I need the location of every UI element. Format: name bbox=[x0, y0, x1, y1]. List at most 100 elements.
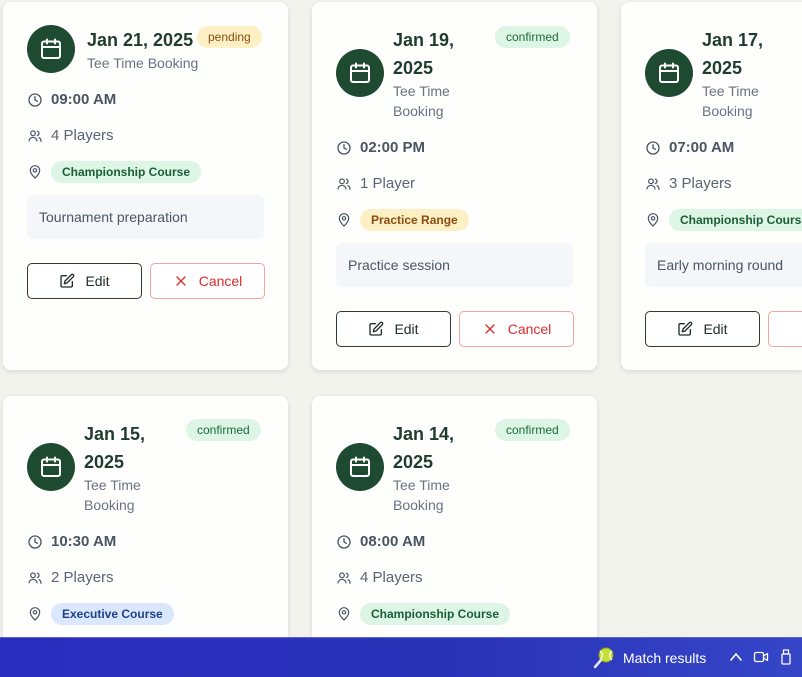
time-row: 07:00 AM bbox=[645, 139, 734, 156]
booking-date-line2: 2025 bbox=[393, 58, 434, 78]
camera-icon[interactable] bbox=[753, 649, 769, 665]
cancel-button[interactable]: Cancel bbox=[150, 263, 265, 299]
clock-icon bbox=[336, 534, 352, 550]
users-icon bbox=[336, 570, 352, 586]
booking-type-line2: Booking bbox=[702, 103, 753, 119]
cancel-button[interactable]: Cancel bbox=[459, 311, 574, 347]
users-icon bbox=[336, 176, 352, 192]
location-row: Practice Range bbox=[336, 209, 469, 231]
booking-note: Tournament preparation bbox=[27, 195, 264, 239]
players-row: 4 Players bbox=[336, 569, 423, 586]
booking-type-line2: Booking bbox=[393, 103, 444, 119]
time-row: 02:00 PM bbox=[336, 139, 425, 156]
booking-time: 09:00 AM bbox=[51, 91, 117, 108]
taskbar: Match results bbox=[0, 637, 802, 677]
status-badge: pending bbox=[197, 26, 262, 48]
calendar-icon bbox=[27, 25, 75, 73]
booking-date-line2: 2025 bbox=[702, 58, 743, 78]
time-row: 09:00 AM bbox=[27, 91, 116, 108]
booking-card: Jan 15, 2025 confirmed Tee Time Booking … bbox=[3, 396, 288, 637]
booking-time: 08:00 AM bbox=[360, 533, 426, 550]
booking-type-line2: Booking bbox=[84, 497, 135, 513]
booking-date: Jan 21, 2025 bbox=[87, 30, 194, 50]
map-pin-icon bbox=[336, 606, 352, 622]
cancel-button-label: Cancel bbox=[507, 321, 552, 337]
booking-note: Early morning round bbox=[645, 243, 802, 287]
users-icon bbox=[27, 570, 43, 586]
edit-button[interactable]: Edit bbox=[336, 311, 451, 347]
players-row: 3 Players bbox=[645, 175, 732, 192]
players-row: 1 Player bbox=[336, 175, 415, 192]
clock-icon bbox=[645, 140, 661, 156]
x-icon bbox=[482, 321, 498, 337]
edit-icon bbox=[368, 321, 384, 337]
booking-type-line1: Tee Time bbox=[393, 83, 450, 99]
map-pin-icon bbox=[27, 606, 43, 622]
clock-icon bbox=[27, 534, 43, 550]
players-row: 4 Players bbox=[27, 127, 114, 144]
edit-button-label: Edit bbox=[703, 321, 728, 337]
location-badge: Executive Course bbox=[51, 603, 174, 625]
edit-button-label: Edit bbox=[394, 321, 419, 337]
player-count: 4 Players bbox=[51, 127, 114, 144]
booking-time: 10:30 AM bbox=[51, 533, 117, 550]
users-icon bbox=[27, 128, 43, 144]
status-badge: confirmed bbox=[495, 419, 570, 441]
location-row: Championship Course bbox=[27, 161, 202, 183]
match-results-label: Match results bbox=[623, 650, 707, 666]
location-row: Executive Course bbox=[27, 603, 174, 625]
booking-date-line1: Jan 19, bbox=[393, 30, 455, 50]
edit-icon bbox=[677, 321, 693, 337]
booking-type-line2: Booking bbox=[393, 497, 444, 513]
booking-card: Jan 19, 2025 confirmed Tee Time Booking … bbox=[312, 2, 597, 370]
booking-type: Tee Time Booking bbox=[87, 55, 199, 71]
booking-date-line1: Jan 17, bbox=[702, 30, 764, 50]
status-badge: confirmed bbox=[186, 419, 261, 441]
cancel-button[interactable] bbox=[768, 311, 802, 347]
location-row: Championship Course bbox=[645, 209, 802, 231]
match-results-widget[interactable]: Match results bbox=[592, 646, 706, 670]
calendar-icon bbox=[336, 49, 384, 97]
booking-note: Practice session bbox=[336, 243, 573, 287]
player-count: 3 Players bbox=[669, 175, 732, 192]
map-pin-icon bbox=[27, 164, 43, 180]
usb-drive-icon[interactable] bbox=[778, 649, 794, 665]
player-count: 2 Players bbox=[51, 569, 114, 586]
booking-date-line1: Jan 15, bbox=[84, 424, 146, 444]
booking-time: 02:00 PM bbox=[360, 139, 426, 156]
booking-date-line2: 2025 bbox=[84, 452, 125, 472]
tennis-ball-icon bbox=[593, 647, 614, 669]
booking-type-line1: Tee Time bbox=[393, 477, 450, 493]
map-pin-icon bbox=[336, 212, 352, 228]
chevron-up-icon[interactable] bbox=[729, 650, 743, 664]
calendar-icon bbox=[27, 443, 75, 491]
location-badge: Championship Course bbox=[669, 209, 802, 231]
booking-time: 07:00 AM bbox=[669, 139, 735, 156]
users-icon bbox=[645, 176, 661, 192]
booking-card: Jan 21, 2025 pending Tee Time Booking 09… bbox=[3, 2, 288, 370]
time-row: 10:30 AM bbox=[27, 533, 116, 550]
location-badge: Championship Course bbox=[51, 161, 202, 183]
booking-date-line1: Jan 14, bbox=[393, 424, 455, 444]
x-icon bbox=[173, 273, 189, 289]
booking-type-line1: Tee Time bbox=[702, 83, 759, 99]
edit-button[interactable]: Edit bbox=[645, 311, 760, 347]
booking-type-line1: Tee Time bbox=[84, 477, 141, 493]
player-count: 1 Player bbox=[360, 175, 416, 192]
edit-icon bbox=[59, 273, 75, 289]
booking-date-line2: 2025 bbox=[393, 452, 434, 472]
player-count: 4 Players bbox=[360, 569, 423, 586]
edit-button-label: Edit bbox=[85, 273, 110, 289]
calendar-icon bbox=[645, 49, 693, 97]
booking-card: Jan 17, 2025 Tee Time Booking 07:00 AM 3… bbox=[621, 2, 802, 370]
edit-button[interactable]: Edit bbox=[27, 263, 142, 299]
players-row: 2 Players bbox=[27, 569, 114, 586]
status-badge: confirmed bbox=[495, 26, 570, 48]
map-pin-icon bbox=[645, 212, 661, 228]
location-badge: Practice Range bbox=[360, 209, 469, 231]
cancel-button-label: Cancel bbox=[198, 273, 243, 289]
time-row: 08:00 AM bbox=[336, 533, 425, 550]
clock-icon bbox=[336, 140, 352, 156]
calendar-icon bbox=[336, 443, 384, 491]
clock-icon bbox=[27, 92, 43, 108]
